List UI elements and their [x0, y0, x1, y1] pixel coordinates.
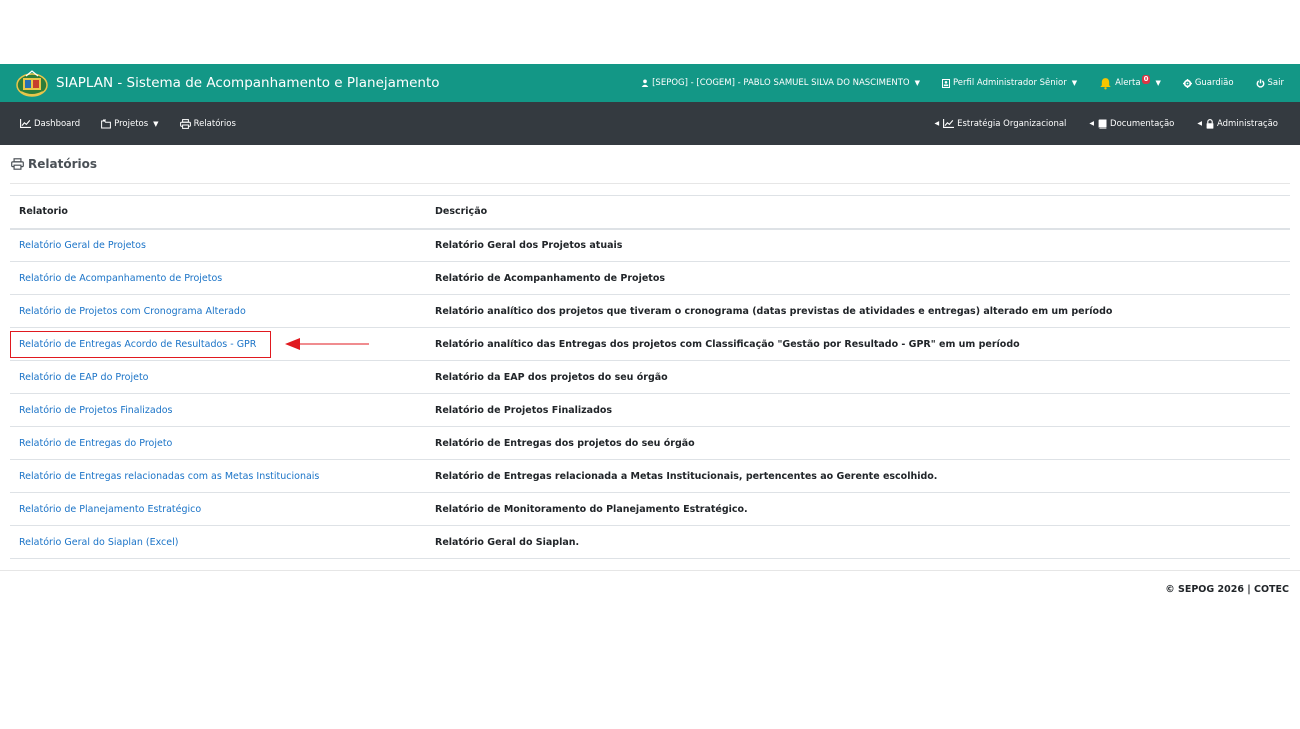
nav-documentacao[interactable]: ◀ Documentação [1089, 119, 1174, 129]
table-row: Relatório de Acompanhamento de Projetos … [10, 261, 1290, 295]
report-description: Relatório da EAP dos projetos do seu órg… [426, 360, 1290, 394]
divider [0, 570, 1300, 571]
report-description: Relatório analítico das Entregas dos pro… [426, 327, 1290, 361]
report-description: Relatório analítico dos projetos que tiv… [426, 294, 1290, 328]
nav-administracao-label: Administração [1217, 118, 1278, 129]
column-header-description: Descrição [426, 195, 1290, 230]
highlight-box [10, 331, 271, 358]
nav-estrategia-label: Estratégia Organizacional [957, 118, 1067, 129]
table-row: Relatório de EAP do Projeto Relatório da… [10, 360, 1290, 394]
chevron-down-icon: ▼ [914, 79, 920, 87]
table-row: Relatório Geral do Siaplan (Excel) Relat… [10, 525, 1290, 559]
alerts-menu[interactable]: Alerta 0 ▼ [1099, 74, 1161, 90]
user-menu-label: [SEPOG] - [COGEM] - PABLO SAMUEL SILVA D… [652, 78, 910, 88]
nav-projetos[interactable]: Projetos ▼ [101, 118, 159, 129]
printer-icon [179, 118, 191, 129]
top-header-bar: SIAPLAN - Sistema de Acompanhamento e Pl… [0, 64, 1300, 102]
profile-menu[interactable]: Perfil Administrador Sênior ▼ [941, 78, 1078, 88]
alerts-count-badge: 0 [1141, 74, 1151, 84]
table-row: Relatório de Projetos Finalizados Relató… [10, 393, 1290, 427]
logout-link[interactable]: Sair [1256, 78, 1284, 88]
nav-dashboard-label: Dashboard [34, 118, 81, 129]
report-link[interactable]: Relatório Geral do Siaplan (Excel) [19, 537, 178, 548]
chevron-down-icon: ▼ [1155, 79, 1161, 87]
page-title-text: Relatórios [28, 157, 97, 171]
report-description: Relatório de Entregas relacionada a Meta… [426, 459, 1290, 493]
report-link[interactable]: Relatório de Acompanhamento de Projetos [19, 273, 222, 284]
bell-icon [1100, 77, 1111, 89]
report-link[interactable]: Relatório Geral de Projetos [19, 240, 146, 251]
report-link[interactable]: Relatório de EAP do Projeto [19, 372, 149, 383]
nav-right: ◀ Estratégia Organizacional ◀ Documentaç… [934, 102, 1300, 145]
report-description: Relatório de Entregas dos projetos do se… [426, 426, 1290, 460]
nav-dashboard[interactable]: Dashboard [20, 119, 80, 129]
column-header-report: Relatorio [10, 195, 426, 230]
table-row: Relatório Geral de Projetos Relatório Ge… [10, 228, 1290, 262]
nav-left: Dashboard Projetos ▼ Relatórios [20, 119, 257, 129]
report-link[interactable]: Relatório de Entregas relacionadas com a… [19, 471, 319, 482]
nav-documentacao-label: Documentação [1110, 118, 1175, 129]
caret-left-icon: ◀ [1197, 120, 1202, 127]
nav-projetos-label: Projetos [114, 118, 149, 129]
caret-left-icon: ◀ [934, 120, 940, 127]
nav-administracao[interactable]: ◀ Administração [1197, 119, 1278, 129]
siaplan-logo-icon [14, 68, 50, 98]
table-row: Relatório de Entregas do Projeto Relatór… [10, 426, 1290, 460]
gear-icon [1182, 78, 1192, 88]
brand[interactable]: SIAPLAN - Sistema de Acompanhamento e Pl… [14, 68, 440, 98]
arrow-left-icon [285, 338, 369, 350]
user-icon [641, 79, 649, 87]
report-description: Relatório de Acompanhamento de Projetos [426, 261, 1290, 295]
main-navbar: Dashboard Projetos ▼ Relatórios ◀ Estrat… [0, 102, 1300, 145]
guardian-label: Guardião [1194, 78, 1234, 88]
top-right-menu: [SEPOG] - [COGEM] - PABLO SAMUEL SILVA D… [641, 64, 1300, 102]
nav-relatorios[interactable]: Relatórios [179, 118, 236, 129]
divider [10, 183, 1290, 184]
power-icon [1256, 78, 1264, 88]
app-title: SIAPLAN - Sistema de Acompanhamento e Pl… [56, 75, 440, 91]
report-description: Relatório Geral do Siaplan. [426, 525, 1290, 559]
profile-menu-label: Perfil Administrador Sênior [952, 78, 1067, 88]
chevron-down-icon: ▼ [153, 119, 159, 128]
chevron-down-icon: ▼ [1071, 79, 1078, 87]
line-chart-icon [943, 119, 955, 128]
report-link[interactable]: Relatório de Projetos com Cronograma Alt… [19, 306, 246, 317]
printer-icon [11, 158, 24, 170]
report-link[interactable]: Relatório de Planejamento Estratégico [19, 504, 201, 515]
table-header-row: Relatorio Descrição [10, 195, 1290, 230]
page-title: Relatórios [11, 157, 97, 171]
line-chart-icon [20, 119, 31, 128]
book-icon [1098, 119, 1107, 129]
alerts-label: Alerta [1115, 78, 1141, 88]
folder-icon [101, 119, 112, 128]
reports-table: Relatorio Descrição Relatório Geral de P… [10, 195, 1290, 559]
guardian-link[interactable]: Guardião [1182, 78, 1234, 88]
report-description: Relatório de Monitoramento do Planejamen… [426, 492, 1290, 526]
nav-estrategia[interactable]: ◀ Estratégia Organizacional [934, 119, 1066, 129]
profile-card-icon [941, 78, 950, 88]
lock-icon [1206, 118, 1214, 129]
report-description: Relatório Geral dos Projetos atuais [426, 228, 1290, 262]
nav-relatorios-label: Relatórios [193, 118, 236, 129]
report-link[interactable]: Relatório de Entregas do Projeto [19, 438, 172, 449]
table-row: Relatório de Entregas relacionadas com a… [10, 459, 1290, 493]
report-description: Relatório de Projetos Finalizados [426, 393, 1290, 427]
logout-label: Sair [1267, 78, 1284, 88]
user-menu[interactable]: [SEPOG] - [COGEM] - PABLO SAMUEL SILVA D… [641, 78, 920, 88]
footer-copyright: © SEPOG 2026 | COTEC [1165, 584, 1289, 595]
table-row: Relatório de Projetos com Cronograma Alt… [10, 294, 1290, 328]
report-link[interactable]: Relatório de Projetos Finalizados [19, 405, 172, 416]
caret-left-icon: ◀ [1089, 120, 1095, 127]
table-row: Relatório de Planejamento Estratégico Re… [10, 492, 1290, 526]
